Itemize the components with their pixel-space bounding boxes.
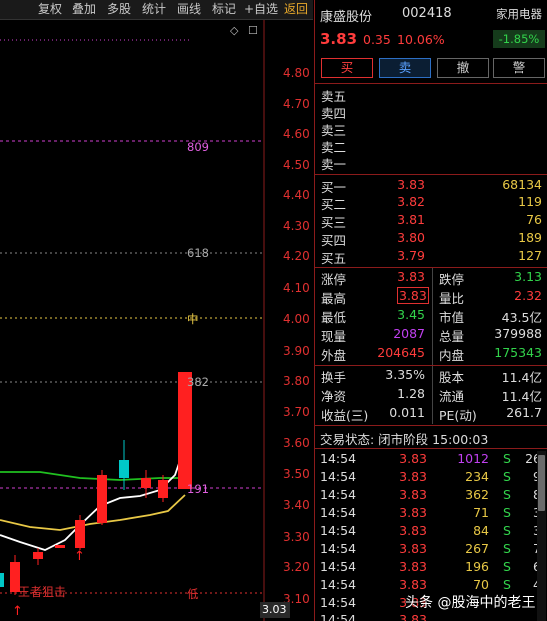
- toolbar-mark-button[interactable]: 标记: [212, 1, 236, 18]
- price-axis-label: 3.40: [283, 498, 310, 512]
- price-axis-label: 3.20: [283, 560, 310, 574]
- tick-row: 14:543.83362S8: [320, 487, 541, 502]
- candle-1: [0, 573, 4, 587]
- price-change: 0.35: [363, 32, 391, 47]
- price-axis-label: 4.50: [283, 158, 310, 172]
- divider: [315, 365, 547, 366]
- bid-row: 买五 3.79 127: [321, 248, 542, 266]
- toolbar-return-button[interactable]: 返回: [284, 1, 308, 18]
- tick-scrollbar-thumb[interactable]: [538, 455, 545, 511]
- fib-label-382: 382: [187, 375, 209, 389]
- signal-note: 王者狙击: [18, 585, 67, 599]
- sell-button[interactable]: 卖: [379, 58, 431, 78]
- divider: [315, 448, 547, 449]
- stats-row: 涨停 3.83 跌停 3.13: [321, 269, 542, 287]
- price-axis-label: 4.10: [283, 281, 310, 295]
- price-change-pct: 10.06%: [397, 32, 445, 47]
- stats-row: 最低 3.45 市值 43.5亿: [321, 307, 542, 325]
- current-price-box: 3.03: [260, 602, 290, 618]
- stats-row: 收益(三) 0.011 PE(动) 261.7: [321, 405, 542, 423]
- stats-row: 最高 3.83 量比 2.32: [321, 287, 542, 306]
- watermark: 头条 @股海中的老王: [405, 595, 536, 611]
- fib-label-809: 809: [187, 140, 209, 154]
- ask-row: 卖二: [321, 140, 347, 155]
- toolbar-add-watchlist-button[interactable]: +自选: [244, 1, 278, 18]
- fib-label-low: 低: [187, 587, 199, 601]
- ma-green-line: [0, 471, 185, 481]
- candle-6: [97, 475, 107, 523]
- sector-change: -1.85%: [493, 30, 545, 48]
- stock-code: 002418: [402, 6, 452, 21]
- candle-9: [158, 480, 168, 498]
- tick-row: 14:543.8384S3: [320, 523, 541, 538]
- price-axis-label: 4.80: [283, 66, 310, 80]
- fib-label-191: 191: [187, 482, 209, 496]
- last-price: 3.83: [320, 30, 358, 48]
- tick-row: 14:543.8371S3: [320, 505, 541, 520]
- stats-row: 外盘 204645 内盘 175343: [321, 345, 542, 363]
- toolbar-multi-stock-button[interactable]: 多股: [107, 1, 131, 18]
- price-axis-label: 4.00: [283, 312, 310, 326]
- kline-chart[interactable]: ↑ ↑ ◇ ☐: [0, 20, 265, 621]
- up-arrow-icon: ↑: [12, 604, 23, 619]
- buy-button[interactable]: 买: [321, 58, 373, 78]
- bid-row: 买三 3.81 76: [321, 212, 542, 230]
- stock-name: 康盛股份: [320, 10, 373, 25]
- tick-row: 14:543.83234S9: [320, 469, 541, 484]
- tick-row: 14:543.83196S6: [320, 559, 541, 574]
- toolbar-overlay-button[interactable]: 叠加: [72, 1, 96, 18]
- candle-8: [141, 478, 151, 488]
- price-axis-label: 3.30: [283, 530, 310, 544]
- trade-status: 交易状态: 闭市阶段 15:00:03: [320, 432, 489, 447]
- price-axis-label: 3.60: [283, 436, 310, 450]
- bid-row: 买二 3.82 119: [321, 194, 542, 212]
- fib-label-mid: 中: [187, 312, 199, 326]
- price-axis-label: 4.40: [283, 188, 310, 202]
- price-axis-label: 4.20: [283, 249, 310, 263]
- candle-5: [75, 520, 85, 548]
- divider: [315, 174, 547, 175]
- quote-panel: 康盛股份 002418 家用电器 -1.85% 3.83 0.35 10.06%…: [314, 0, 547, 621]
- price-axis-label: 4.70: [283, 97, 310, 111]
- bid-row: 买一 3.83 68134: [321, 177, 542, 195]
- ask-row: 卖四: [321, 106, 347, 121]
- ask-row: 卖一: [321, 157, 347, 172]
- alert-button[interactable]: 警: [493, 58, 545, 78]
- price-axis-label: 3.50: [283, 467, 310, 481]
- up-arrow-icon: ↑: [74, 549, 85, 564]
- candle-3: [33, 552, 43, 559]
- divider: [315, 425, 547, 426]
- price-axis-label: 4.30: [283, 219, 310, 233]
- stats-row: 现量 2087 总量 379988: [321, 326, 542, 344]
- candle-4: [55, 545, 65, 548]
- toolbar-draw-button[interactable]: 画线: [177, 1, 201, 18]
- kline-svg: ↑ ↑ ◇ ☐: [0, 20, 265, 621]
- price-axis-label: 4.60: [283, 127, 310, 141]
- price-axis-label: 3.90: [283, 344, 310, 358]
- candle-10: [178, 372, 192, 489]
- divider: [315, 83, 547, 84]
- divider: [315, 267, 547, 268]
- bid-row: 买四 3.80 189: [321, 230, 542, 248]
- toolbar-fuquan-button[interactable]: 复权: [38, 1, 62, 18]
- tick-row: 14:54 3.83 1012 S 26: [320, 451, 541, 466]
- price-axis-label: 3.80: [283, 374, 310, 388]
- price-axis-label: 3.70: [283, 405, 310, 419]
- ask-row: 卖五: [321, 89, 347, 104]
- chart-toolbar: 复权 叠加 多股 统计 画线 标记 +自选 返回: [0, 0, 313, 20]
- fib-label-618: 618: [187, 246, 209, 260]
- close-icon[interactable]: ☐: [248, 24, 258, 37]
- stats-row: 净资 1.28 流通 11.4亿: [321, 386, 542, 404]
- tick-row: 14:543.83267S7: [320, 541, 541, 556]
- stats-row: 换手 3.35% 股本 11.4亿: [321, 367, 542, 385]
- tick-row: 14:54 3.83: [320, 612, 427, 621]
- sector-name[interactable]: 家用电器: [493, 6, 545, 22]
- ask-row: 卖三: [321, 123, 347, 138]
- diamond-icon[interactable]: ◇: [230, 24, 239, 37]
- candle-7: [119, 460, 129, 478]
- toolbar-stats-button[interactable]: 统计: [142, 1, 166, 18]
- high-value-box: 3.83: [397, 287, 429, 304]
- cancel-order-button[interactable]: 撤: [437, 58, 489, 78]
